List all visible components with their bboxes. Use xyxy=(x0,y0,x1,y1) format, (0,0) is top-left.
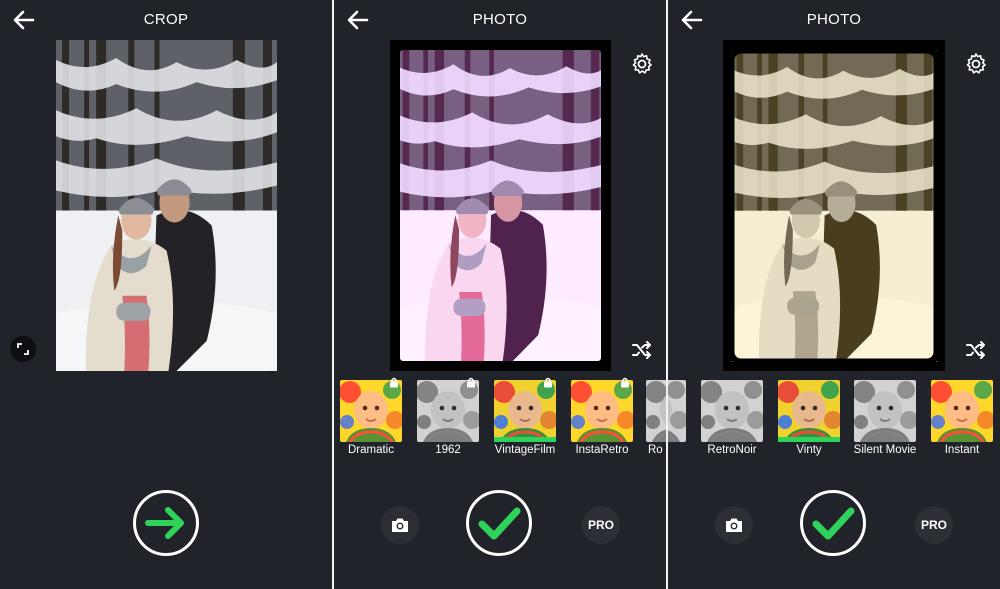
apply-button[interactable] xyxy=(800,490,866,556)
filter-thumbnail xyxy=(701,380,763,442)
page-title: CROP xyxy=(143,11,189,28)
filter-label: Instant xyxy=(944,444,980,456)
photo-preview[interactable] xyxy=(723,40,945,371)
expand-icon xyxy=(17,343,29,355)
gear-icon[interactable] xyxy=(964,52,988,76)
pro-button[interactable]: PRO xyxy=(915,506,953,544)
filter-instant[interactable]: Instant xyxy=(931,378,993,460)
lock-icon xyxy=(544,377,552,388)
filter-vintagefilm[interactable]: VintageFilm xyxy=(494,377,556,460)
filter-partial[interactable]: Ro xyxy=(646,378,666,460)
selected-indicator xyxy=(494,437,556,442)
photo-preview[interactable] xyxy=(390,40,611,371)
filter-thumbnail xyxy=(646,380,666,442)
filter-dramatic[interactable]: Dramatic xyxy=(340,377,402,460)
filter-vinty[interactable]: Vinty xyxy=(778,378,840,460)
camera-button[interactable] xyxy=(381,506,419,544)
filter-label: InstaRetro xyxy=(575,444,629,456)
selected-indicator xyxy=(778,437,840,442)
filter-thumbnail xyxy=(340,380,402,442)
filter-1962[interactable]: 1962 xyxy=(417,377,479,460)
filter-thumbnail xyxy=(417,380,479,442)
crop-screen: CROP xyxy=(0,0,332,589)
camera-icon xyxy=(392,518,408,532)
top-bar: CROP xyxy=(0,0,332,40)
filter-thumbnail xyxy=(668,380,686,442)
filter-thumbnail xyxy=(571,380,633,442)
pro-button[interactable]: PRO xyxy=(582,506,620,544)
top-bar: PHOTO xyxy=(668,0,1000,40)
expand-button[interactable] xyxy=(10,336,36,362)
filter-strip: Dramatic 1962 VintageFilm InstaRetro Ro xyxy=(334,377,666,460)
gear-icon[interactable] xyxy=(630,52,654,76)
filter-thumbnail xyxy=(494,380,556,442)
pro-label: PRO xyxy=(920,518,947,532)
lock-icon xyxy=(467,377,475,388)
lock-icon xyxy=(390,377,398,388)
top-bar: PHOTO xyxy=(334,0,666,40)
camera-icon xyxy=(726,518,742,532)
checkmark-icon xyxy=(478,507,521,540)
photo-screen-1: PHOTO Dramatic 1962 VintageFilm InstaRet… xyxy=(334,0,666,589)
filter-thumbnail xyxy=(931,380,993,442)
filter-retronoir[interactable]: RetroNoir xyxy=(701,378,763,460)
shuffle-icon[interactable] xyxy=(630,338,654,362)
pro-label: PRO xyxy=(587,518,614,532)
filter-label: Ro xyxy=(648,444,663,456)
filter-thumbnail xyxy=(778,380,840,442)
camera-button[interactable] xyxy=(715,506,753,544)
photo-screen-2: PHOTO RetroNoir Vinty Silent Movie Insta… xyxy=(668,0,1000,589)
filter-instaretro[interactable]: InstaRetro xyxy=(571,377,633,460)
apply-button[interactable] xyxy=(466,490,532,556)
page-title: PHOTO xyxy=(806,11,862,28)
lock-icon xyxy=(621,377,629,388)
photo-preview[interactable] xyxy=(56,40,277,371)
filter-thumbnail xyxy=(854,380,916,442)
filter-strip: RetroNoir Vinty Silent Movie Instant xyxy=(668,378,1000,460)
shuffle-icon[interactable] xyxy=(964,338,988,362)
arrow-right-icon xyxy=(145,507,184,539)
filter-silent-movie[interactable]: Silent Movie xyxy=(854,378,916,460)
page-title: PHOTO xyxy=(472,11,528,28)
checkmark-icon xyxy=(812,507,855,540)
next-button[interactable] xyxy=(133,490,199,556)
